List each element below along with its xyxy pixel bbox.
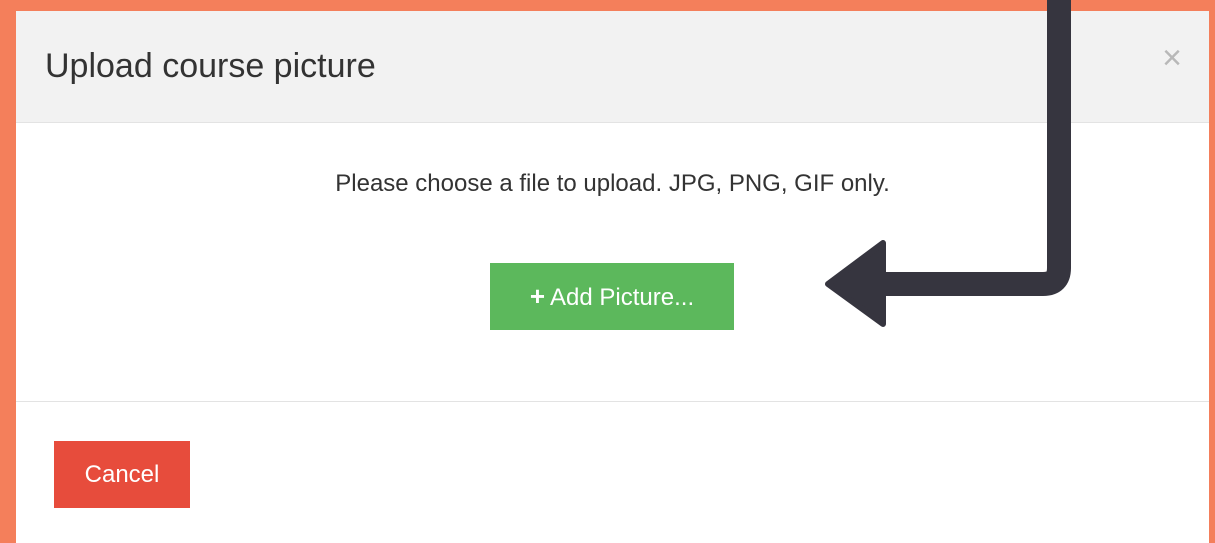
dialog-body: Please choose a file to upload. JPG, PNG…: [16, 123, 1209, 402]
upload-picture-dialog: Upload course picture × Please choose a …: [16, 11, 1209, 543]
dialog-header: Upload course picture ×: [16, 11, 1209, 123]
upload-instructions: Please choose a file to upload. JPG, PNG…: [335, 170, 890, 197]
plus-icon: +: [529, 281, 546, 311]
close-icon[interactable]: ×: [1162, 41, 1182, 75]
dialog-title: Upload course picture: [45, 47, 376, 85]
add-picture-label: Add Picture...: [550, 284, 695, 311]
add-picture-button[interactable]: + Add Picture...: [490, 263, 734, 330]
cancel-button[interactable]: Cancel: [54, 441, 190, 508]
